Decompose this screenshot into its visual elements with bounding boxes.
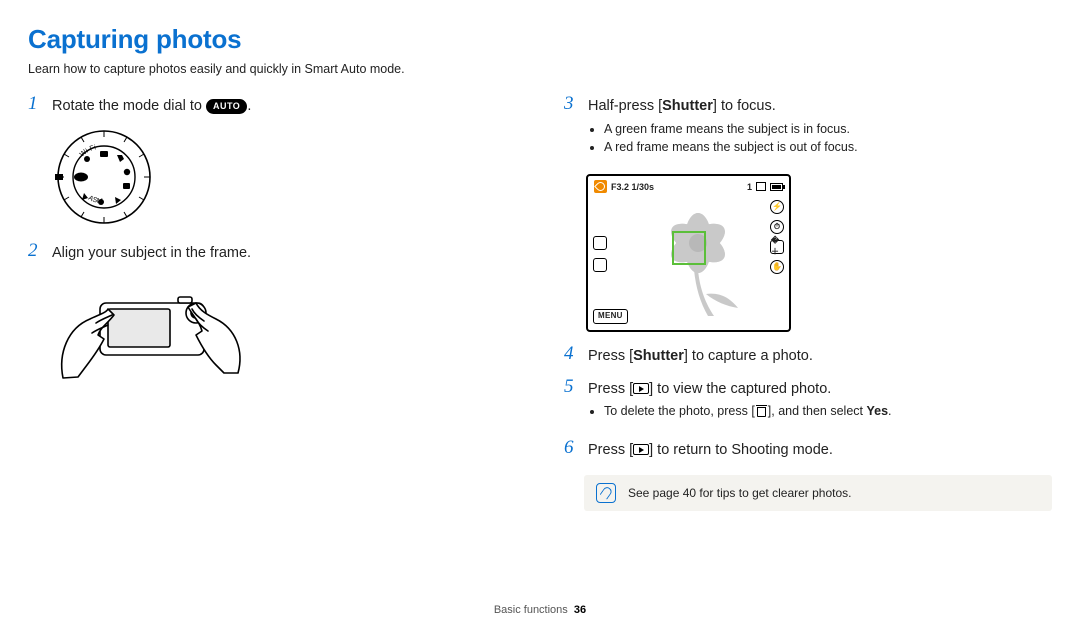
exposure-readout: F3.2 1/30s [611, 181, 654, 193]
step-4: 4 Press [Shutter] to capture a photo. [564, 344, 1052, 367]
step-4-post: ] to capture a photo. [684, 348, 813, 364]
step-1: 1 Rotate the mode dial to AUTO. [28, 94, 516, 117]
lcd-preview-figure: F3.2 1/30s 1 ⚡ ⏱ �＋ ✋ [586, 174, 791, 332]
step-3-pre: Half-press [ [588, 98, 662, 114]
step-6-pre: Press [ [588, 442, 633, 458]
auto-mode-pill-icon: AUTO [206, 99, 247, 113]
step-6-post: ] to return to Shooting mode. [649, 442, 833, 458]
page-footer: Basic functions 36 [0, 603, 1080, 618]
hands-camera-figure [48, 273, 248, 393]
step-1-text-post: . [247, 98, 251, 114]
sd-card-icon [756, 182, 766, 191]
step-1-text-pre: Rotate the mode dial to [52, 98, 206, 114]
footer-page-number: 36 [574, 604, 586, 616]
timer-icon: ⏱ [770, 220, 784, 234]
right-column: 3 Half-press [Shutter] to focus. A green… [564, 94, 1052, 511]
bullet-green-frame: A green frame means the subject is in fo… [604, 121, 1052, 138]
left-column: 1 Rotate the mode dial to AUTO. [28, 94, 516, 511]
tip-text: See page 40 for tips to get clearer phot… [628, 485, 851, 501]
step-number: 6 [564, 438, 578, 461]
playback-key-icon [633, 444, 649, 455]
shutter-label: Shutter [662, 98, 713, 114]
step-2: 2 Align your subject in the frame. [28, 241, 516, 264]
bullet-red-frame: A red frame means the subject is out of … [604, 139, 1052, 156]
step-5-pre: Press [ [588, 381, 633, 397]
shutter-label: Shutter [633, 348, 684, 364]
step-number: 4 [564, 344, 578, 367]
tip-icon [596, 483, 616, 503]
step-number: 5 [564, 377, 578, 428]
bullet-delete: To delete the photo, press [], and then … [604, 403, 1052, 420]
step-5-post: ] to view the captured photo. [649, 381, 831, 397]
flash-icon: ⚡ [770, 200, 784, 214]
page-title: Capturing photos [28, 22, 1052, 57]
menu-button-label: MENU [593, 309, 628, 324]
lcd-right-icons: ⚡ ⏱ �＋ ✋ [770, 200, 784, 274]
step-number: 2 [28, 241, 42, 264]
stabilize-icon: ✋ [770, 260, 784, 274]
step-number: 3 [564, 94, 578, 164]
step-number: 1 [28, 94, 42, 117]
lcd-left-icons [593, 236, 607, 272]
step-3-post: ] to focus. [713, 98, 776, 114]
macro-icon [594, 180, 607, 193]
step-3-bullets: A green frame means the subject is in fo… [588, 121, 1052, 157]
mode-dial-figure: Wi-Fi ASM [54, 127, 154, 227]
step-6: 6 Press [ ] to return to Shooting mode. [564, 438, 1052, 461]
metering-icon [593, 258, 607, 272]
zoom-icon: �＋ [770, 240, 784, 254]
content-columns: 1 Rotate the mode dial to AUTO. [28, 94, 1052, 511]
step-5: 5 Press [ ] to view the captured photo. T… [564, 377, 1052, 428]
step-5-bullets: To delete the photo, press [], and then … [588, 403, 1052, 420]
tip-box: See page 40 for tips to get clearer phot… [584, 475, 1052, 511]
battery-icon [770, 183, 783, 191]
shot-count: 1 [747, 181, 752, 193]
step-2-text: Align your subject in the frame. [52, 245, 251, 261]
step-4-pre: Press [ [588, 348, 633, 364]
face-detect-icon [593, 236, 607, 250]
step-3: 3 Half-press [Shutter] to focus. A green… [564, 94, 1052, 164]
focus-box [672, 231, 706, 265]
trash-icon [756, 405, 767, 417]
footer-section: Basic functions [494, 604, 568, 616]
page-subtitle: Learn how to capture photos easily and q… [28, 61, 1052, 78]
playback-key-icon [633, 383, 649, 394]
